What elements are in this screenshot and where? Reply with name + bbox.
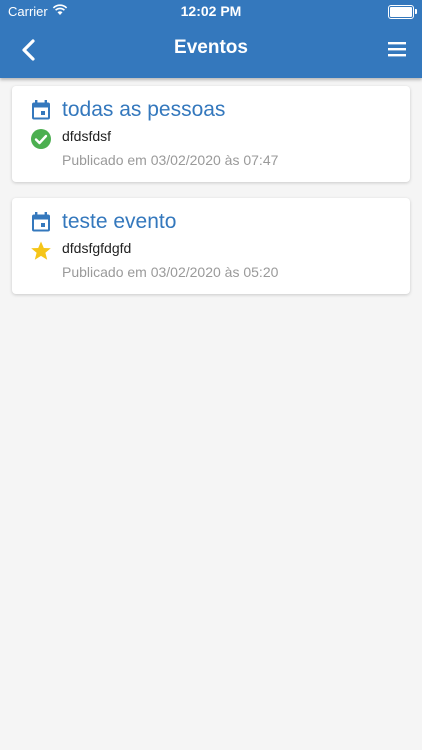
page-title: Eventos <box>174 37 248 58</box>
event-title: todas as pessoas <box>62 98 226 121</box>
status-time: 12:02 PM <box>180 3 242 19</box>
event-description: dfdsfgfdgfd <box>62 240 132 256</box>
calendar-icon <box>32 212 50 232</box>
star-icon <box>31 241 51 260</box>
check-circle-icon <box>31 129 51 149</box>
hamburger-menu-icon[interactable] <box>386 38 408 60</box>
event-published-date: Publicado em 03/02/2020 às 05:20 <box>62 264 279 280</box>
battery-icon <box>388 5 417 19</box>
event-title: teste evento <box>62 210 177 233</box>
event-published-date: Publicado em 03/02/2020 às 07:47 <box>62 152 279 168</box>
event-description: dfdsfdsf <box>62 128 112 144</box>
status-bar: Carrier 12:02 PM <box>0 0 422 22</box>
event-card[interactable]: teste evento dfdsfgfdgfd Publicado em 03… <box>12 198 410 294</box>
app-header: Carrier 12:02 PM Eventos <box>0 0 422 78</box>
calendar-icon <box>32 100 50 120</box>
nav-bar: Eventos <box>0 22 422 78</box>
event-card[interactable]: todas as pessoas dfdsfdsf Publicado em 0… <box>12 86 410 182</box>
